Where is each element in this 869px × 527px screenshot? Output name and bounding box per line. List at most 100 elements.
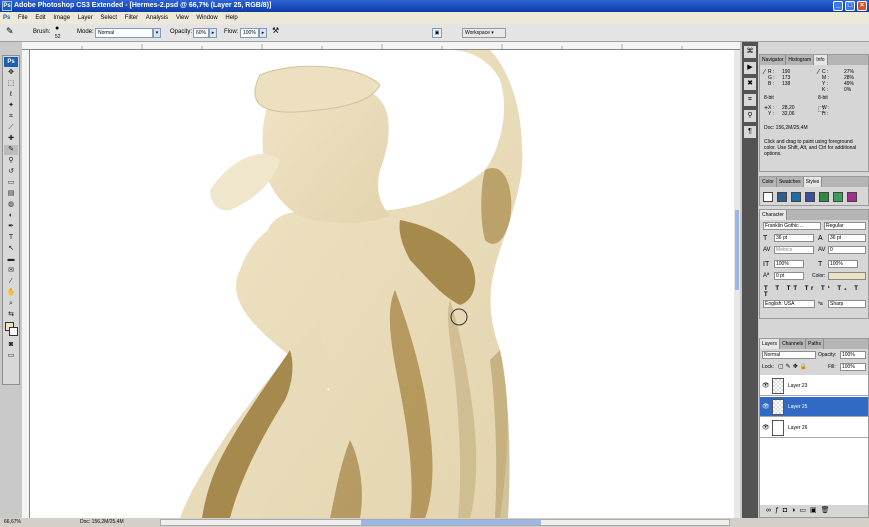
tab-layers[interactable]: Layers [760, 339, 781, 349]
history-brush-tool-icon[interactable]: ↺ [4, 167, 18, 177]
layer-fill-input[interactable]: 100% [840, 363, 866, 371]
vertical-scale-input[interactable]: 100% [774, 260, 804, 268]
link-layers-icon[interactable]: ∞ [766, 507, 775, 514]
tab-channels[interactable]: Channels [780, 339, 807, 349]
style-green-2[interactable] [833, 192, 843, 202]
horizontal-scale-input[interactable]: 100% [828, 260, 858, 268]
subscript-button[interactable]: T₁ [837, 286, 849, 292]
blend-mode-select[interactable]: Normal [762, 351, 816, 359]
menu-layer[interactable]: Layer [75, 12, 96, 24]
style-magenta[interactable] [847, 192, 857, 202]
scrollbar-thumb[interactable] [735, 210, 739, 290]
font-style-select[interactable]: Regular [824, 222, 866, 230]
tab-character[interactable]: Character [760, 210, 787, 220]
horizontal-scrollbar[interactable] [160, 519, 730, 526]
tool-presets-icon[interactable]: ✖ [744, 78, 756, 90]
visibility-eye-icon[interactable]: 👁 [762, 382, 770, 389]
font-size-input[interactable]: 36 pt [774, 234, 814, 242]
flow-input[interactable]: 100% [240, 28, 259, 38]
maximize-button[interactable]: □ [845, 1, 855, 11]
pen-tool-icon[interactable]: ✒ [4, 222, 18, 232]
zoom-level[interactable]: 66,67% [4, 518, 21, 527]
vertical-scrollbar[interactable] [734, 50, 740, 518]
eyedropper-tool-icon[interactable]: ⁄ [4, 277, 18, 287]
style-green[interactable] [819, 192, 829, 202]
menu-file[interactable]: File [15, 12, 31, 24]
style-blue-3[interactable] [805, 192, 815, 202]
gradient-tool-icon[interactable]: ▤ [4, 189, 18, 199]
brush-tool-icon[interactable]: ✎ [6, 26, 14, 37]
lasso-tool-icon[interactable]: ℓ [4, 90, 18, 100]
quick-mask-icon[interactable]: ◙ [4, 340, 18, 350]
background-color-swatch[interactable] [9, 327, 18, 336]
layer-row[interactable]: 👁 Layer 26 [760, 418, 868, 438]
font-family-select[interactable]: Franklin Gothic ... [763, 222, 821, 230]
horizontal-scrollbar-thumb[interactable] [361, 520, 541, 525]
opacity-input[interactable]: 60% [193, 28, 209, 38]
blur-tool-icon[interactable]: ◍ [4, 200, 18, 210]
menu-edit[interactable]: Edit [32, 12, 48, 24]
menu-window[interactable]: Window [193, 12, 220, 24]
brush-preview-icon[interactable]: ● [55, 25, 59, 32]
layer-mask-icon[interactable]: ◘ [783, 507, 791, 514]
menu-view[interactable]: View [173, 12, 192, 24]
type-style-buttons[interactable]: T T TT Tr T¹ T₁ T T [764, 286, 868, 298]
actions-icon[interactable]: ▶ [744, 62, 756, 74]
superscript-button[interactable]: T¹ [821, 286, 833, 292]
document-canvas[interactable] [30, 50, 734, 518]
tab-info[interactable]: Info [814, 55, 828, 65]
layer-style-icon[interactable]: ƒ [775, 507, 783, 514]
tab-histogram[interactable]: Histogram [786, 55, 815, 65]
hand-tool-icon[interactable]: ✋ [4, 288, 18, 298]
tab-swatches[interactable]: Swatches [777, 177, 804, 187]
style-none[interactable] [763, 192, 773, 202]
new-group-icon[interactable]: ▭ [799, 507, 810, 514]
text-color-swatch[interactable] [828, 272, 866, 280]
chevron-down-icon[interactable]: ▾ [153, 28, 161, 38]
move-tool-icon[interactable]: ✥ [4, 68, 18, 78]
tab-navigator[interactable]: Navigator [760, 55, 787, 65]
clone-source-icon[interactable]: ⚲ [744, 110, 756, 122]
flow-slider-arrow-icon[interactable]: ▸ [259, 28, 267, 38]
tab-styles[interactable]: Styles [803, 177, 823, 187]
layer-row[interactable]: 👁 Layer 25 [760, 397, 868, 417]
screen-mode-icon[interactable]: ▭ [4, 351, 18, 361]
layer-opacity-input[interactable]: 100% [840, 351, 866, 359]
small-caps-button[interactable]: Tr [805, 286, 817, 292]
palette-well-icon[interactable]: ▣ [432, 28, 442, 38]
eraser-tool-icon[interactable]: ▭ [4, 178, 18, 188]
shape-tool-icon[interactable]: ▬ [4, 255, 18, 265]
tab-color[interactable]: Color [760, 177, 777, 187]
brush-tool-icon[interactable]: ✎ [4, 145, 18, 155]
close-button[interactable]: × [857, 1, 867, 11]
kerning-select[interactable]: Metrics [774, 246, 814, 254]
strikethrough-button[interactable]: T [764, 292, 771, 298]
color-swatches[interactable] [4, 321, 18, 339]
language-select[interactable]: English: USA [763, 300, 815, 308]
layer-row[interactable]: 👁 Layer 23 [760, 376, 868, 396]
visibility-eye-icon[interactable]: 👁 [762, 403, 770, 410]
style-blue-1[interactable] [777, 192, 787, 202]
menu-select[interactable]: Select [97, 12, 120, 24]
baseline-shift-input[interactable]: 0 pt [774, 272, 804, 280]
mode-select[interactable]: Normal [95, 28, 153, 38]
style-blue-2[interactable] [791, 192, 801, 202]
path-selection-tool-icon[interactable]: ↖ [4, 244, 18, 254]
lock-icons[interactable]: ▢✎✥🔒 [778, 363, 809, 370]
airbrush-icon[interactable]: ⚒ [272, 26, 279, 35]
clone-stamp-tool-icon[interactable]: ⚲ [4, 156, 18, 166]
menu-help[interactable]: Help [222, 12, 240, 24]
zoom-tool-icon[interactable]: ⌕ [4, 299, 18, 309]
history-icon[interactable]: ⌘ [744, 46, 756, 58]
slice-tool-icon[interactable]: ⟋ [4, 123, 18, 133]
faux-italic-button[interactable]: T [775, 286, 782, 292]
notes-tool-icon[interactable]: ✉ [4, 266, 18, 276]
tracking-select[interactable]: 0 [828, 246, 866, 254]
swap-colors-icon[interactable]: ⇆ [4, 310, 18, 320]
new-layer-icon[interactable]: ▣ [810, 507, 821, 514]
healing-tool-icon[interactable]: ✚ [4, 134, 18, 144]
visibility-eye-icon[interactable]: 👁 [762, 424, 770, 431]
menu-image[interactable]: Image [50, 12, 73, 24]
type-tool-icon[interactable]: T [4, 233, 18, 243]
workspace-button[interactable]: Workspace ▾ [462, 28, 506, 38]
